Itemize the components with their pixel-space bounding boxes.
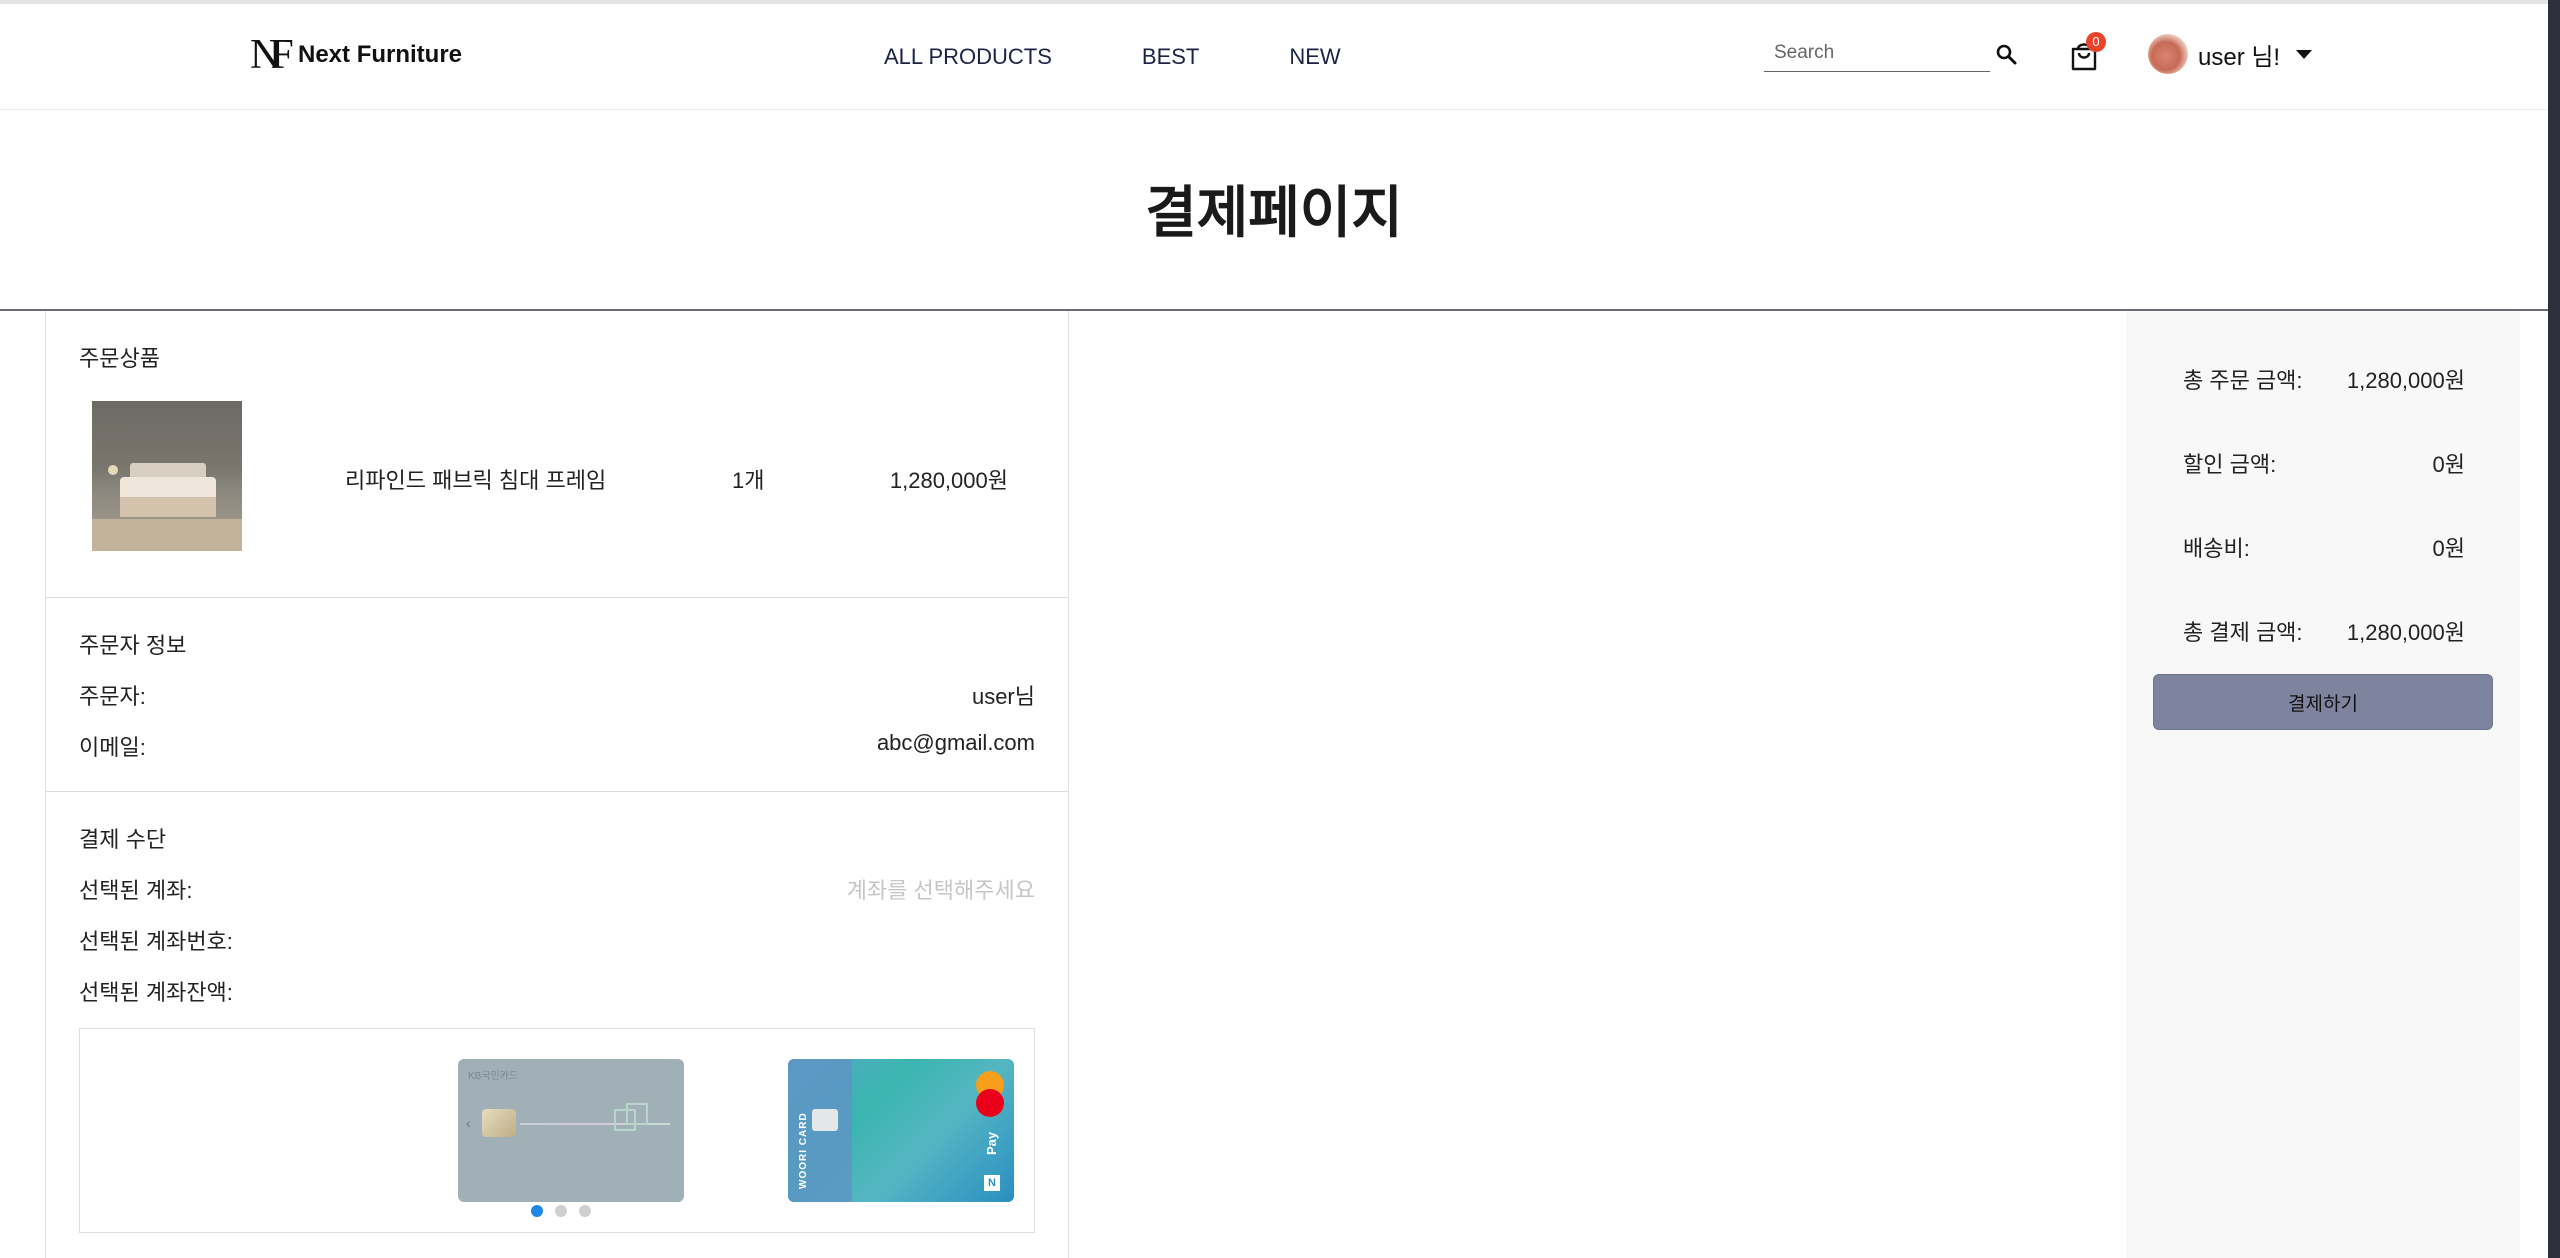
payment-method-section: 결제 수단 선택된 계좌: 계좌를 선택해주세요 선택된 계좌번호: 선택된 계…	[46, 792, 1068, 1258]
account-balance-label: 선택된 계좌잔액:	[79, 980, 233, 1005]
product-quantity: 1개	[732, 468, 765, 493]
nav-best[interactable]: BEST	[1142, 44, 1199, 70]
account-number-row: 선택된 계좌번호:	[79, 924, 1035, 956]
total-order-label: 총 주문 금액:	[2183, 368, 2303, 393]
shipping-label: 배송비:	[2183, 536, 2250, 561]
product-image	[92, 401, 242, 551]
carousel-dot-2[interactable]	[555, 1205, 567, 1217]
carousel-dot-3[interactable]	[579, 1205, 591, 1217]
search-input[interactable]	[1764, 36, 1954, 70]
total-payment-label: 총 결제 금액:	[2183, 620, 2303, 645]
logo-link[interactable]: NF Next Furniture	[250, 34, 462, 76]
window-scrollbar[interactable]	[2548, 0, 2560, 1258]
orderer-email-label: 이메일:	[79, 735, 146, 760]
orderer-name-row: 주문자: user님	[79, 679, 1035, 711]
logo-mark: NF	[250, 32, 294, 78]
section-title-orderer: 주문자 정보	[79, 633, 187, 658]
shipping-row: 배송비: 0원	[2183, 531, 2465, 563]
order-summary: 총 주문 금액: 1,280,000원 할인 금액: 0원 배송비: 0원 총 …	[2126, 311, 2520, 1258]
total-order-value: 1,280,000원	[2346, 368, 2465, 393]
pay-button[interactable]: 결제하기	[2153, 674, 2493, 730]
product-price: 1,280,000원	[889, 468, 1008, 493]
section-title-payment: 결제 수단	[79, 827, 167, 852]
card-brand-woori: WOORI CARD	[798, 1112, 809, 1189]
chevron-left-icon: ‹	[466, 1115, 471, 1131]
orderer-email-row: 이메일: abc@gmail.com	[79, 730, 1035, 762]
card-pay-label: Pay	[984, 1131, 999, 1155]
orderer-name-value: user님	[971, 684, 1035, 709]
selected-account-row: 선택된 계좌: 계좌를 선택해주세요	[79, 873, 1035, 905]
account-number-label: 선택된 계좌번호:	[79, 929, 233, 954]
account-balance-row: 선택된 계좌잔액:	[79, 975, 1035, 1007]
discount-row: 할인 금액: 0원	[2183, 447, 2465, 479]
search-icon[interactable]	[1994, 42, 2018, 66]
product-name: 리파인드 패브릭 침대 프레임	[345, 468, 607, 493]
carousel-dot-1[interactable]	[531, 1205, 543, 1217]
orderer-email-value: abc@gmail.com	[876, 730, 1035, 755]
card-chip	[482, 1109, 516, 1137]
discount-value: 0원	[2432, 452, 2465, 477]
user-name: user 님!	[2198, 43, 2281, 71]
checkout-details: 주문상품 리파인드 패브릭 침대 프레임 1개 1,280,000원 주문자 정…	[45, 311, 1069, 1258]
brand-name: Next Furniture	[298, 41, 463, 68]
selected-account-label: 선택된 계좌:	[79, 878, 193, 903]
npay-icon: N	[984, 1175, 1000, 1191]
shipping-value: 0원	[2432, 536, 2465, 561]
orderer-name-label: 주문자:	[79, 684, 146, 709]
page-title: 결제페이지	[1145, 181, 1403, 244]
card-brand-kb: KB국민카드	[468, 1071, 519, 1082]
search-box	[1764, 36, 1990, 72]
main-nav: ALL PRODUCTS BEST NEW	[884, 44, 1341, 70]
card-chip	[812, 1109, 838, 1131]
cart-count-badge: 0	[2086, 32, 2106, 52]
card-carousel: KB국민카드 ‹ WOORI CARD Pay N	[79, 1028, 1035, 1233]
order-items-section: 주문상품 리파인드 패브릭 침대 프레임 1개 1,280,000원	[46, 311, 1068, 598]
total-order-row: 총 주문 금액: 1,280,000원	[2183, 363, 2465, 395]
discount-label: 할인 금액:	[2183, 452, 2277, 477]
selected-account-value: 계좌를 선택해주세요	[846, 878, 1035, 903]
nav-new[interactable]: NEW	[1289, 44, 1340, 70]
chevron-down-icon	[2296, 49, 2313, 59]
nav-all-products[interactable]: ALL PRODUCTS	[884, 44, 1052, 70]
total-payment-value: 1,280,000원	[2346, 620, 2465, 645]
avatar	[2148, 34, 2188, 74]
card-kb[interactable]: KB국민카드 ‹	[458, 1059, 684, 1202]
total-payment-row: 총 결제 금액: 1,280,000원	[2183, 615, 2465, 647]
card-woori[interactable]: WOORI CARD Pay N	[788, 1059, 1014, 1202]
orderer-info-section: 주문자 정보 주문자: user님 이메일: abc@gmail.com	[46, 598, 1068, 792]
user-menu[interactable]: user 님!	[2148, 34, 2313, 74]
section-title-order-items: 주문상품	[79, 346, 160, 371]
carousel-dots	[531, 1205, 591, 1217]
